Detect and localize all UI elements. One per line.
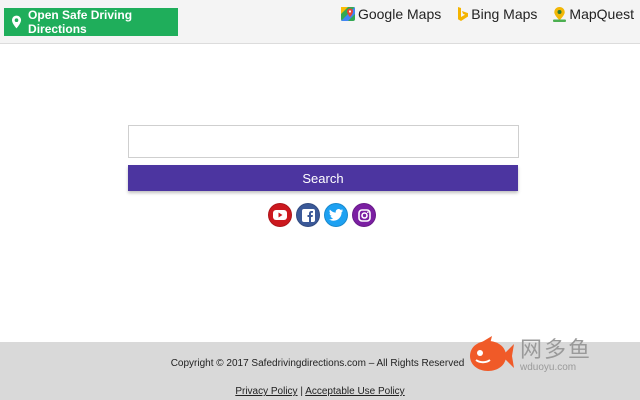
watermark-url: wduoyu.com bbox=[520, 362, 577, 373]
twitter-icon bbox=[329, 209, 343, 221]
search-button[interactable]: Search bbox=[128, 165, 518, 191]
youtube-icon bbox=[273, 210, 287, 220]
open-directions-label: Open Safe Driving Directions bbox=[28, 8, 133, 36]
social-links bbox=[268, 203, 376, 227]
footer-separator: | bbox=[300, 386, 303, 397]
bing-icon bbox=[458, 7, 469, 21]
youtube-button[interactable] bbox=[268, 203, 292, 227]
top-header: Open Safe Driving Directions Google Maps… bbox=[0, 0, 640, 44]
search-input[interactable] bbox=[128, 125, 519, 158]
facebook-icon bbox=[301, 208, 315, 222]
mapquest-label: MapQuest bbox=[569, 6, 634, 22]
google-maps-link[interactable]: Google Maps bbox=[340, 6, 442, 22]
mapquest-icon bbox=[553, 6, 567, 22]
mapquest-link[interactable]: MapQuest bbox=[553, 6, 634, 22]
bing-maps-link[interactable]: Bing Maps bbox=[457, 6, 537, 22]
watermark: 网多鱼 wduoyu.com bbox=[462, 332, 602, 380]
instagram-icon bbox=[357, 208, 371, 222]
instagram-button[interactable] bbox=[352, 203, 376, 227]
privacy-policy-link[interactable]: Privacy Policy bbox=[235, 386, 297, 397]
open-directions-button[interactable]: Open Safe Driving Directions bbox=[4, 8, 178, 36]
google-maps-icon bbox=[340, 7, 355, 21]
map-pin-icon bbox=[12, 15, 22, 29]
map-nav: Google Maps Bing Maps MapQuest bbox=[340, 6, 634, 22]
bing-maps-label: Bing Maps bbox=[471, 6, 538, 22]
fish-logo-icon bbox=[470, 336, 514, 371]
footer-links: Privacy Policy | Acceptable Use Policy bbox=[0, 386, 640, 397]
twitter-button[interactable] bbox=[324, 203, 348, 227]
acceptable-use-link[interactable]: Acceptable Use Policy bbox=[305, 386, 405, 397]
google-maps-label: Google Maps bbox=[357, 6, 442, 22]
watermark-cn-text: 网多鱼 bbox=[520, 337, 593, 362]
facebook-button[interactable] bbox=[296, 203, 320, 227]
